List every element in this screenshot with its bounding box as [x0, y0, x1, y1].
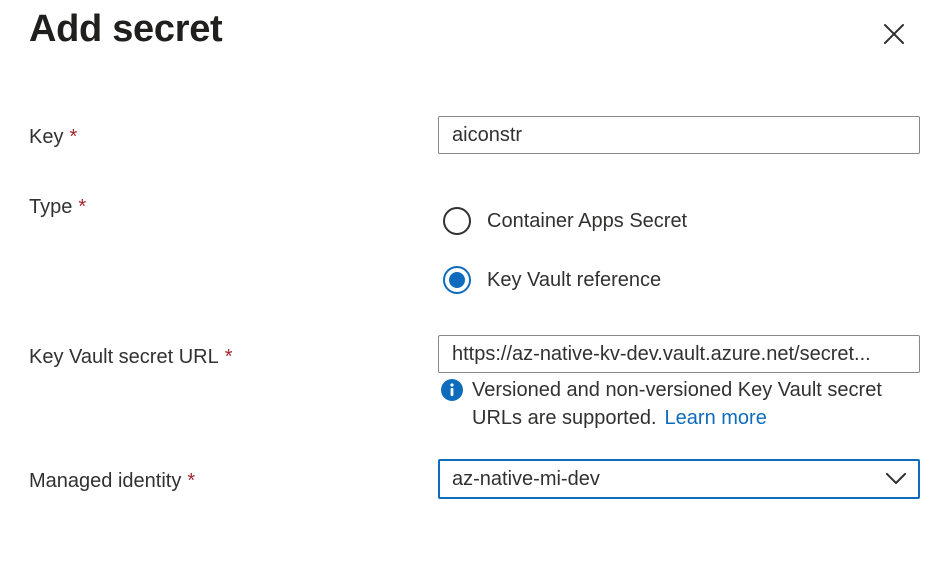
close-icon [884, 24, 904, 44]
managed-identity-value: az-native-mi-dev [452, 467, 600, 490]
learn-more-link[interactable]: Learn more [665, 407, 767, 429]
page-title: Add secret [29, 8, 223, 50]
kv-url-info: Versioned and non-versioned Key Vault se… [440, 376, 912, 432]
key-label: Key * [29, 126, 77, 149]
kv-url-label: Key Vault secret URL * [29, 346, 233, 369]
kv-url-label-text: Key Vault secret URL [29, 346, 219, 368]
radio-label: Key Vault reference [487, 268, 662, 291]
radio-dot [449, 272, 465, 288]
managed-identity-label-text: Managed identity [29, 470, 182, 492]
close-button[interactable] [878, 18, 910, 50]
info-text: Versioned and non-versioned Key Vault se… [472, 376, 912, 432]
radio-circle-selected[interactable] [443, 266, 471, 294]
radio-circle[interactable] [443, 207, 471, 235]
type-label-text: Type [29, 196, 73, 218]
radio-container-apps-secret[interactable]: Container Apps Secret [443, 207, 687, 235]
kv-url-input[interactable]: https://az-native-kv-dev.vault.azure.net… [438, 335, 920, 373]
info-icon [441, 379, 463, 401]
required-marker: * [187, 470, 196, 492]
radio-label: Container Apps Secret [487, 209, 688, 232]
managed-identity-label: Managed identity * [29, 470, 195, 493]
type-label: Type * [29, 196, 86, 219]
key-input[interactable]: aiconstr [438, 116, 920, 154]
key-label-text: Key [29, 126, 64, 148]
radio-key-vault-reference[interactable]: Key Vault reference [443, 266, 661, 294]
managed-identity-select[interactable]: az-native-mi-dev [438, 459, 920, 499]
chevron-down-icon [886, 473, 906, 484]
required-marker: * [69, 126, 78, 148]
required-marker: * [224, 346, 233, 368]
required-marker: * [78, 196, 87, 218]
